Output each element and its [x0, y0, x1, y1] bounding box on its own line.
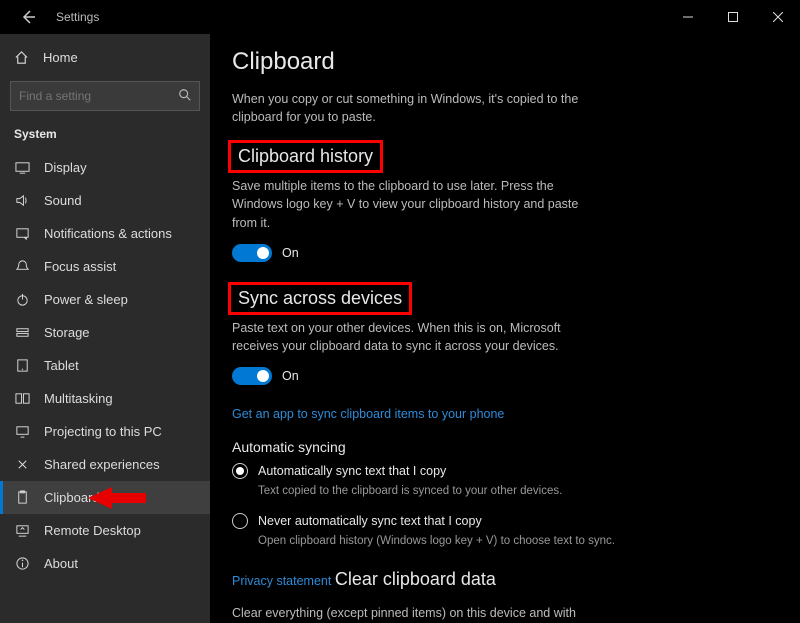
sync-toggle-state: On — [282, 369, 299, 383]
sidebar-item-notifications[interactable]: Notifications & actions — [0, 217, 210, 250]
main-content: Clipboard When you copy or cut something… — [210, 34, 800, 623]
sidebar-item-shared-experiences[interactable]: Shared experiences — [0, 448, 210, 481]
sidebar-item-label: Multitasking — [44, 391, 113, 406]
radio-auto-sync[interactable]: Automatically sync text that I copy — [232, 463, 778, 479]
titlebar: Settings — [0, 0, 800, 34]
maximize-button[interactable] — [710, 0, 755, 34]
display-icon — [14, 160, 30, 175]
intro-text: When you copy or cut something in Window… — [232, 90, 592, 126]
sidebar-item-focus-assist[interactable]: Focus assist — [0, 250, 210, 283]
automatic-syncing-heading: Automatic syncing — [232, 439, 778, 455]
window-title: Settings — [56, 10, 99, 24]
privacy-link[interactable]: Privacy statement — [232, 574, 331, 588]
sidebar-item-clipboard[interactable]: Clipboard — [0, 481, 210, 514]
radio-sub: Text copied to the clipboard is synced t… — [258, 483, 618, 499]
sidebar-item-label: Display — [44, 160, 87, 175]
search-icon — [178, 88, 192, 102]
sidebar-item-storage[interactable]: Storage — [0, 316, 210, 349]
radio-label: Never automatically sync text that I cop… — [258, 514, 482, 528]
clipboard-history-desc: Save multiple items to the clipboard to … — [232, 177, 592, 231]
sound-icon — [14, 193, 30, 208]
sidebar-item-label: Shared experiences — [44, 457, 160, 472]
sidebar-item-label: Sound — [44, 193, 82, 208]
clipboard-history-toggle[interactable] — [232, 244, 272, 262]
radio-icon — [232, 463, 248, 479]
search-box[interactable] — [10, 81, 200, 111]
clipboard-history-heading: Clipboard history — [232, 144, 379, 169]
sidebar-item-label: Storage — [44, 325, 90, 340]
sync-toggle[interactable] — [232, 367, 272, 385]
page-title: Clipboard — [232, 48, 778, 76]
multitasking-icon — [14, 391, 30, 406]
sync-desc: Paste text on your other devices. When t… — [232, 319, 592, 355]
sidebar-item-label: About — [44, 556, 78, 571]
close-button[interactable] — [755, 0, 800, 34]
sidebar-item-sound[interactable]: Sound — [0, 184, 210, 217]
sidebar-item-projecting[interactable]: Projecting to this PC — [0, 415, 210, 448]
sidebar-item-label: Clipboard — [44, 490, 100, 505]
radio-never-auto-sync[interactable]: Never automatically sync text that I cop… — [232, 513, 778, 529]
sidebar-item-label: Power & sleep — [44, 292, 128, 307]
sync-app-link[interactable]: Get an app to sync clipboard items to yo… — [232, 407, 504, 421]
clear-heading: Clear clipboard data — [335, 569, 496, 590]
sidebar-home-label: Home — [43, 50, 78, 65]
sidebar-item-display[interactable]: Display — [0, 151, 210, 184]
sidebar-item-multitasking[interactable]: Multitasking — [0, 382, 210, 415]
home-icon — [14, 50, 29, 65]
projecting-icon — [14, 424, 30, 439]
tablet-icon — [14, 358, 30, 373]
remote-desktop-icon — [14, 523, 30, 538]
storage-icon — [14, 325, 30, 340]
about-icon — [14, 556, 30, 571]
radio-label: Automatically sync text that I copy — [258, 464, 446, 478]
clipboard-history-toggle-state: On — [282, 246, 299, 260]
search-input[interactable] — [10, 81, 200, 111]
sidebar-home[interactable]: Home — [0, 42, 210, 73]
sidebar-item-label: Tablet — [44, 358, 79, 373]
clear-desc: Clear everything (except pinned items) o… — [232, 604, 592, 623]
sidebar-item-label: Remote Desktop — [44, 523, 141, 538]
sidebar-item-label: Projecting to this PC — [44, 424, 162, 439]
sidebar-item-label: Focus assist — [44, 259, 116, 274]
sync-heading: Sync across devices — [232, 286, 408, 311]
sidebar-item-tablet[interactable]: Tablet — [0, 349, 210, 382]
sidebar-item-power-sleep[interactable]: Power & sleep — [0, 283, 210, 316]
sidebar-item-about[interactable]: About — [0, 547, 210, 580]
power-icon — [14, 292, 30, 307]
sidebar-item-label: Notifications & actions — [44, 226, 172, 241]
radio-sub: Open clipboard history (Windows logo key… — [258, 533, 618, 549]
radio-icon — [232, 513, 248, 529]
back-arrow-icon[interactable] — [16, 5, 40, 29]
shared-experiences-icon — [14, 457, 30, 472]
minimize-button[interactable] — [665, 0, 710, 34]
focus-assist-icon — [14, 259, 30, 274]
sidebar-item-remote-desktop[interactable]: Remote Desktop — [0, 514, 210, 547]
clipboard-icon — [14, 490, 30, 505]
sidebar-section-label: System — [0, 121, 210, 151]
notifications-icon — [14, 226, 30, 241]
sidebar: Home System Display Sound — [0, 34, 210, 623]
